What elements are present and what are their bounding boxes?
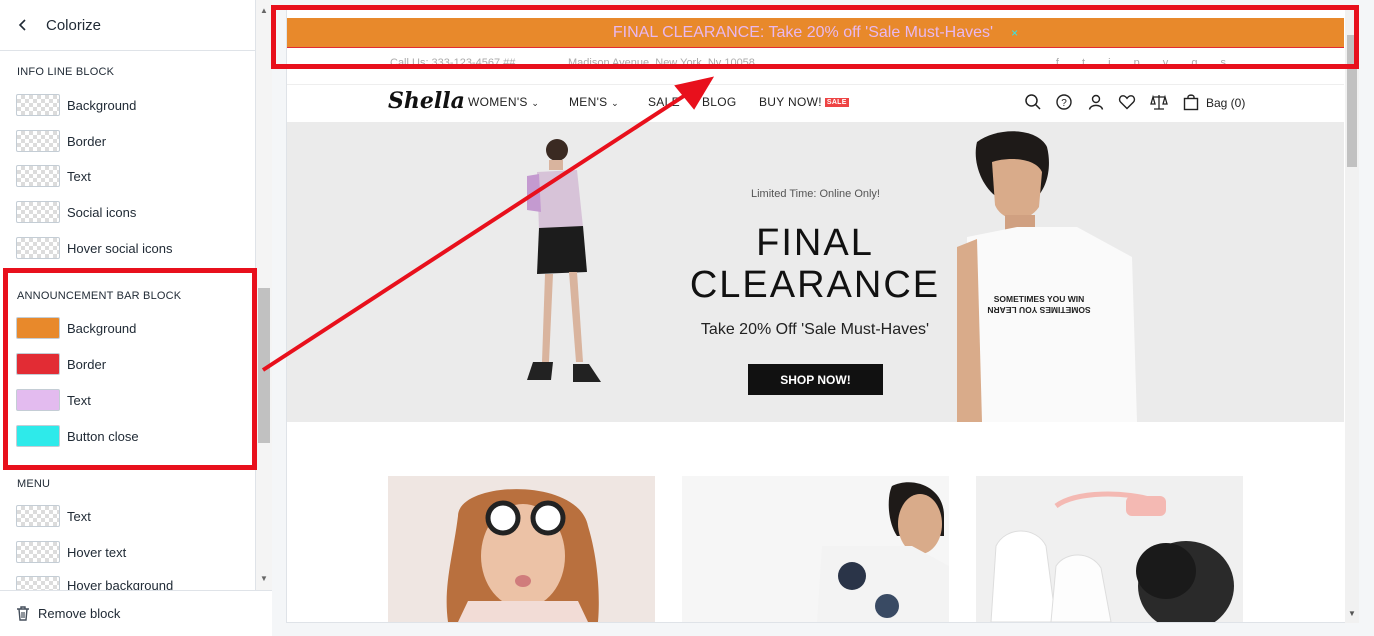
nav-label: WOMEN'S <box>468 95 528 109</box>
chevron-down-icon: ⌄ <box>611 98 619 108</box>
color-swatch[interactable] <box>16 237 60 259</box>
section-title-menu: MENU <box>17 478 51 490</box>
nav-label: MEN'S <box>569 95 608 109</box>
hero-subtitle: Take 20% Off 'Sale Must-Haves' <box>700 321 930 338</box>
bag-label[interactable]: Bag (0) <box>1206 96 1245 110</box>
chevron-down-icon: ⌄ <box>531 98 540 108</box>
nav-item-sale[interactable]: SALE <box>648 95 680 109</box>
sidebar-header: Colorize <box>0 0 256 51</box>
help-icon[interactable]: ? <box>1055 93 1073 111</box>
color-swatch[interactable] <box>16 94 60 116</box>
color-setting-info-border[interactable]: Border <box>16 130 106 152</box>
wishlist-icon[interactable] <box>1118 93 1136 111</box>
setting-label: Hover text <box>67 544 127 560</box>
scrollbar-thumb[interactable] <box>258 288 270 443</box>
hero-model-man-image: SOMETIMES YOU WIN SOMETIMES YOU LEARN <box>957 131 1137 422</box>
scroll-down-arrow-icon[interactable]: ▼ <box>1348 609 1356 618</box>
shop-now-button[interactable]: SHOP NOW! <box>748 364 883 395</box>
color-setting-menu-text[interactable]: Text <box>16 505 91 527</box>
shirt-text-2: SOMETIMES YOU LEARN <box>987 305 1090 315</box>
category-tile-men[interactable] <box>682 476 949 622</box>
color-setting-info-hover-social-icons[interactable]: Hover social icons <box>16 237 173 259</box>
section-title-info-line: INFO LINE BLOCK <box>17 66 115 78</box>
remove-block-button[interactable]: Remove block <box>0 590 272 636</box>
tile-men-image <box>817 482 949 622</box>
bag-icon[interactable] <box>1182 93 1200 111</box>
nav-item-buy-now[interactable]: BUY NOW! SALE <box>759 95 849 109</box>
color-swatch[interactable] <box>16 130 60 152</box>
sidebar-title: Colorize <box>46 16 102 34</box>
nav-item-mens[interactable]: MEN'S ⌄ <box>569 95 619 109</box>
header-divider <box>287 84 1344 85</box>
highlight-box-announcement-bar <box>271 5 1359 69</box>
setting-label: Border <box>67 133 107 149</box>
color-swatch[interactable] <box>16 541 60 563</box>
tile-accessories-image <box>990 491 1234 622</box>
hero-model-woman-image <box>527 139 601 382</box>
category-tile-women[interactable] <box>388 476 655 622</box>
setting-label: Hover social icons <box>67 240 173 256</box>
category-tile-accessories[interactable] <box>976 476 1243 622</box>
color-setting-info-text[interactable]: Text <box>16 165 91 187</box>
preview-scrollbar[interactable]: ▼ <box>1345 5 1359 623</box>
compare-icon[interactable] <box>1150 93 1168 111</box>
setting-label: Text <box>67 508 91 524</box>
trash-icon <box>17 606 29 621</box>
nav-item-womens[interactable]: WOMEN'S ⌄ <box>468 95 539 109</box>
shirt-text-1: SOMETIMES YOU WIN <box>994 294 1085 304</box>
search-icon[interactable] <box>1024 93 1042 111</box>
color-setting-menu-hover-text[interactable]: Hover text <box>16 541 126 563</box>
hero-title-line-1: FINAL <box>756 222 874 264</box>
color-setting-menu-hover-background[interactable]: Hover background <box>16 576 173 590</box>
sidebar-scrollbar[interactable]: ▲ ▼ <box>256 0 272 590</box>
back-arrow-icon[interactable] <box>16 18 30 32</box>
store-logo[interactable]: Shella <box>388 88 465 114</box>
color-swatch[interactable] <box>16 576 60 590</box>
account-icon[interactable] <box>1087 93 1105 111</box>
hero-pretitle: Limited Time: Online Only! <box>751 188 880 200</box>
hero-banner[interactable]: Limited Time: Online Only! FINAL CLEARANC… <box>287 122 1344 422</box>
setting-label: Hover background <box>67 578 174 590</box>
scroll-up-arrow-icon[interactable]: ▲ <box>260 6 268 15</box>
color-swatch[interactable] <box>16 201 60 223</box>
setting-label: Background <box>67 97 137 113</box>
setting-label: Text <box>67 168 91 184</box>
tile-women-image <box>446 489 599 622</box>
scroll-down-arrow-icon[interactable]: ▼ <box>260 574 268 583</box>
color-setting-info-social-icons[interactable]: Social icons <box>16 201 136 223</box>
nav-item-blog[interactable]: BLOG <box>702 95 737 109</box>
hero-title: FINAL CLEARANCE <box>680 222 950 306</box>
color-swatch[interactable] <box>16 165 60 187</box>
sale-badge: SALE <box>824 98 849 107</box>
color-swatch[interactable] <box>16 505 60 527</box>
highlight-box-announcement-settings <box>3 268 257 470</box>
setting-label: Social icons <box>67 204 137 220</box>
svg-text:?: ? <box>1061 98 1067 109</box>
color-setting-info-background[interactable]: Background <box>16 94 136 116</box>
hero-title-line-2: CLEARANCE <box>689 264 941 306</box>
remove-block-label: Remove block <box>38 606 121 621</box>
nav-label: BUY NOW! <box>759 95 822 109</box>
